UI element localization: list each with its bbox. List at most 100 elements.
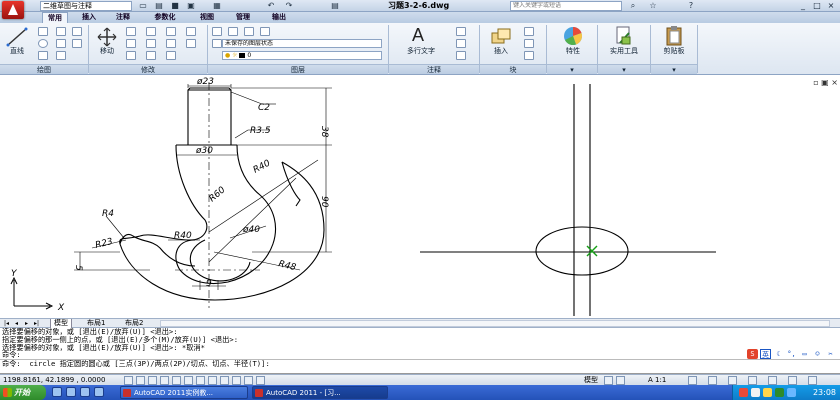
lock-icon[interactable] [728, 376, 737, 385]
search-icon[interactable]: ⌕ [628, 1, 638, 11]
application-menu-button[interactable] [2, 1, 24, 19]
snap-mode-icon[interactable] [136, 376, 145, 385]
minimize-button[interactable]: _ [796, 0, 810, 11]
tab-home[interactable]: 常用 [42, 12, 68, 23]
mtext-label[interactable]: 多行文字 [396, 47, 446, 56]
hardware-acceleration-icon[interactable] [748, 376, 757, 385]
scale-icon[interactable] [166, 39, 176, 48]
user-icon[interactable]: ☺ [812, 349, 823, 359]
taskbar-item-active[interactable]: AutoCAD 2011 - [习... [252, 386, 388, 399]
clock[interactable]: 23:08 [813, 385, 836, 400]
draw-panel-label[interactable]: 绘图 [0, 64, 88, 74]
grid-display-icon[interactable] [148, 376, 157, 385]
properties-icon[interactable] [562, 25, 584, 47]
mtext-icon[interactable]: A [412, 25, 424, 46]
rotate-icon[interactable] [126, 39, 136, 48]
copy-icon[interactable] [126, 27, 136, 36]
insert-block-icon[interactable] [490, 27, 512, 45]
keyboard-icon[interactable]: ▭ [799, 349, 810, 359]
quick-launch-icon[interactable] [52, 387, 62, 397]
layer-state-dropdown[interactable]: 未保存的图层状态 [222, 39, 382, 48]
close-button[interactable]: × [824, 0, 838, 11]
mirror-icon[interactable] [126, 51, 136, 60]
horizontal-scrollbar[interactable] [160, 320, 830, 327]
moon-icon[interactable]: ☾ [773, 349, 784, 359]
utilities-icon[interactable] [614, 25, 634, 47]
snap-tracking-icon[interactable] [196, 376, 205, 385]
lineweight-icon[interactable] [232, 376, 241, 385]
next-tab-icon[interactable]: ▸ [22, 319, 31, 328]
quick-launch-icon[interactable] [80, 387, 90, 397]
tab-model[interactable]: 模型 [50, 319, 72, 328]
dynamic-ucs-icon[interactable] [208, 376, 217, 385]
create-block-icon[interactable] [524, 27, 534, 36]
leader-icon[interactable] [456, 39, 466, 48]
arc-icon[interactable] [38, 51, 48, 60]
layer-state-icon[interactable] [212, 39, 222, 48]
quick-view-layouts-icon[interactable] [604, 376, 613, 385]
trim-icon[interactable] [146, 27, 156, 36]
help-icon[interactable]: ? [686, 1, 696, 11]
utilities-expand[interactable]: ▾ [598, 64, 650, 74]
quick-properties-icon[interactable] [244, 376, 253, 385]
start-button[interactable]: 开始 [0, 385, 46, 400]
workspace-switching-icon[interactable] [708, 376, 717, 385]
new-icon[interactable]: ▭ [138, 1, 148, 11]
prev-tab-icon[interactable]: ◂ [12, 319, 21, 328]
isolate-objects-icon[interactable] [768, 376, 777, 385]
tab-insert[interactable]: 插入 [78, 12, 100, 23]
undo-icon[interactable]: ↶ [266, 1, 276, 11]
boundary-icon[interactable] [72, 39, 82, 48]
table-icon[interactable] [456, 51, 466, 60]
layer-properties-icon[interactable] [212, 27, 222, 36]
tools-icon[interactable]: ✂ [825, 349, 836, 359]
attribute-icon[interactable] [524, 51, 534, 60]
print-icon[interactable]: ▤ [330, 1, 340, 11]
clipboard-icon[interactable] [664, 25, 684, 47]
circle-icon[interactable] [38, 39, 48, 48]
tab-output[interactable]: 输出 [268, 12, 290, 23]
save-as-icon[interactable]: ▣ [186, 1, 196, 11]
layer-isolate-icon[interactable] [228, 27, 238, 36]
tab-manage[interactable]: 管理 [232, 12, 254, 23]
move-icon[interactable] [96, 27, 118, 47]
erase-icon[interactable] [166, 27, 176, 36]
ime-toolbar[interactable]: S 英 ☾ °, ▭ ☺ ✂ [747, 348, 836, 359]
drawing-canvas[interactable]: ▫ ▣ × ø23 C2 R3.5 ø30 R40 R60 ø40 R40 R4… [0, 76, 840, 318]
ortho-mode-icon[interactable] [160, 376, 169, 385]
tray-app-icon[interactable] [739, 388, 748, 397]
quick-view-drawings-icon[interactable] [616, 376, 625, 385]
tab-annotate[interactable]: 注释 [112, 12, 134, 23]
communication-center-icon[interactable]: ☆ [648, 1, 658, 11]
sogou-s-icon[interactable]: S [747, 348, 758, 359]
tab-view[interactable]: 视图 [196, 12, 218, 23]
ime-tray-icon[interactable] [787, 388, 796, 397]
workspace-switcher[interactable]: 二维草图与注释 [40, 1, 132, 11]
maximize-button[interactable]: □ [810, 0, 824, 11]
redo-icon[interactable]: ↷ [284, 1, 294, 11]
block-panel-label[interactable]: 块 [480, 64, 546, 74]
tab-layout1[interactable]: 布局1 [84, 319, 108, 328]
first-tab-icon[interactable]: |◂ [2, 319, 11, 328]
hatch-icon[interactable] [56, 39, 66, 48]
quick-launch-icon[interactable] [66, 387, 76, 397]
quick-launch-icon[interactable] [94, 387, 104, 397]
punctuation-icon[interactable]: °, [786, 349, 797, 359]
command-window[interactable]: 选择要偏移的对象，或 [退出(E)/放弃(U)] <退出>: 指定要偏移的那一侧… [0, 328, 840, 374]
modify-panel-label[interactable]: 修改 [89, 64, 207, 74]
current-layer-dropdown[interactable]: ● ☼ 0 [222, 51, 382, 60]
plot-icon[interactable]: ▦ [212, 1, 222, 11]
annotation-panel-label[interactable]: 注释 [389, 64, 479, 74]
dimension-icon[interactable] [456, 27, 466, 36]
fillet-icon[interactable] [146, 39, 156, 48]
object-snap-icon[interactable] [184, 376, 193, 385]
polyline-icon[interactable] [38, 27, 48, 36]
status-tray-settings-icon[interactable] [788, 376, 797, 385]
gradient-icon[interactable] [56, 51, 66, 60]
layers-panel-label[interactable]: 图层 [208, 64, 388, 74]
layer-freeze-icon[interactable] [260, 27, 270, 36]
security-icon[interactable] [763, 388, 772, 397]
help-search-input[interactable]: 键入关键字或短语 [510, 1, 622, 11]
network-icon[interactable] [751, 388, 760, 397]
clipboard-expand[interactable]: ▾ [651, 64, 697, 74]
